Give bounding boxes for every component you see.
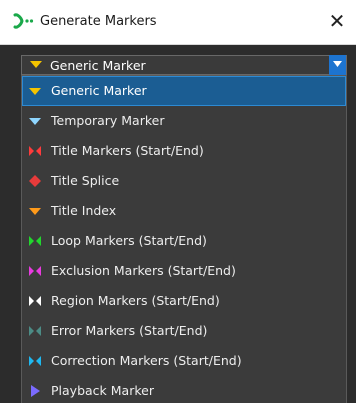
title-bar: Generate Markers ✕ [0,0,356,45]
error-markers-icon [29,326,41,336]
list-item-label: Error Markers (Start/End) [51,323,208,338]
dialog-left-margin [0,75,21,403]
close-icon: ✕ [328,9,346,33]
list-item-temporary-marker[interactable]: Temporary Marker [22,106,346,136]
generic-marker-icon [30,61,42,68]
list-item-region-markers[interactable]: Region Markers (Start/End) [22,286,346,316]
list-item-label: Title Index [51,203,117,218]
list-item-label: Exclusion Markers (Start/End) [51,263,236,278]
chevron-down-icon [333,61,342,67]
list-item-label: Loop Markers (Start/End) [51,233,207,248]
generate-markers-dialog: Generate Markers ✕ Generic Marker Generi… [0,0,356,403]
title-markers-icon [29,146,41,156]
list-item-error-markers[interactable]: Error Markers (Start/End) [22,316,346,346]
title-index-icon [29,208,41,215]
list-item-title-splice[interactable]: Title Splice [22,166,346,196]
marker-type-dropdown-list: Generic Marker Temporary Marker Title Ma… [21,75,347,403]
temporary-marker-icon [29,118,41,125]
list-item-label: Correction Markers (Start/End) [51,353,242,368]
combo-selected-label: Generic Marker [50,58,146,73]
app-logo-icon [13,13,34,29]
list-item-label: Title Splice [51,173,120,188]
playback-marker-icon [31,385,40,397]
window-title: Generate Markers [40,14,157,29]
list-item-label: Generic Marker [51,83,147,98]
exclusion-markers-icon [29,266,41,276]
list-item-playback-marker[interactable]: Playback Marker [22,376,346,403]
list-item-label: Temporary Marker [51,113,165,128]
list-item-title-index[interactable]: Title Index [22,196,346,226]
marker-type-combobox[interactable]: Generic Marker [21,55,347,75]
generic-marker-icon [29,88,41,95]
close-button[interactable]: ✕ [324,8,350,34]
correction-markers-icon [29,356,41,366]
loop-markers-icon [29,236,41,246]
combo-dropdown-button[interactable] [329,55,346,75]
list-item-label: Title Markers (Start/End) [51,143,204,158]
list-item-title-markers[interactable]: Title Markers (Start/End) [22,136,346,166]
list-item-generic-marker[interactable]: Generic Marker [22,76,346,106]
title-splice-icon [29,175,41,187]
list-item-label: Region Markers (Start/End) [51,293,220,308]
list-item-exclusion-markers[interactable]: Exclusion Markers (Start/End) [22,256,346,286]
region-markers-icon [29,296,41,306]
list-item-label: Playback Marker [51,383,154,398]
list-item-loop-markers[interactable]: Loop Markers (Start/End) [22,226,346,256]
list-item-correction-markers[interactable]: Correction Markers (Start/End) [22,346,346,376]
dialog-body: Generic Marker Generic Marker Temporary … [0,45,356,403]
